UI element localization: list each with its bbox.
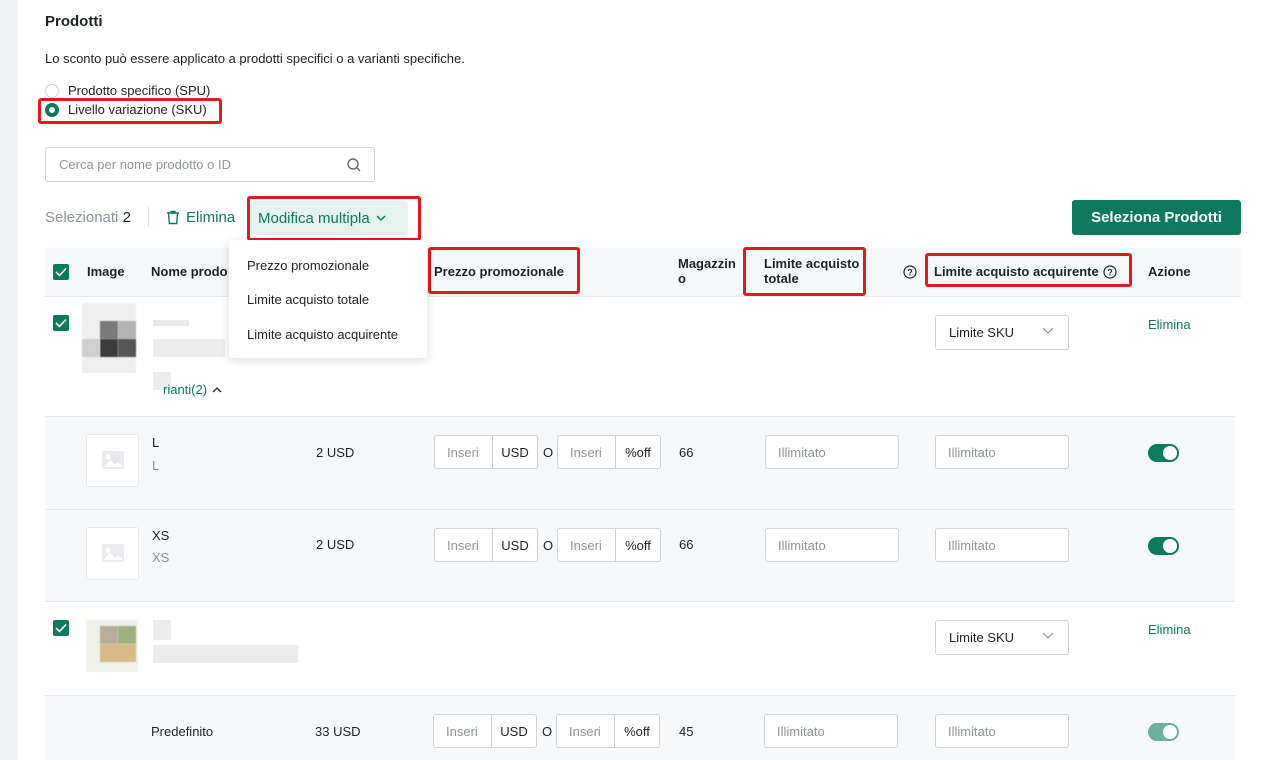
product-id-redacted [153,339,225,357]
limit-type-select[interactable]: Limite SKU [935,620,1069,655]
radio-circle-selected[interactable] [45,102,59,117]
section-description: Lo sconto può essere applicato a prodott… [45,51,465,66]
bulk-edit-menu: Prezzo promozionale Limite acquisto tota… [229,240,427,358]
chevron-down-icon [376,215,386,221]
promo-price-input[interactable]: Inseri USD [433,714,537,748]
trash-icon [167,210,179,225]
header-buyer-limit: Limite acquisto acquirente ? [934,264,1117,279]
delete-product-link[interactable]: Elimina [1148,317,1191,332]
product-image [82,303,136,373]
row-divider [45,601,1235,602]
product-name-redacted [153,620,171,640]
menu-item-promo-price[interactable]: Prezzo promozionale [247,258,369,273]
header-total-limit: Limite acquisto totale [764,256,860,286]
product-image [86,620,138,672]
header-name: Nome prodo [151,264,228,279]
percent-addon: %off [614,715,659,747]
percent-addon: %off [615,529,660,561]
divider [148,207,149,227]
promo-price-input[interactable]: Inseri USD [434,435,538,469]
svg-text:?: ? [907,268,913,278]
currency-addon: USD [492,529,537,561]
image-placeholder-icon [102,544,124,562]
header-image: Image [87,264,125,279]
variant-name: Predefinito [151,724,214,739]
variant-sub: XS [152,550,170,565]
svg-text:?: ? [1107,267,1113,277]
delete-product-link[interactable]: Elimina [1148,622,1191,637]
section-title: Prodotti [45,13,103,30]
discount-percent-input[interactable]: Inseri %off [557,528,661,562]
product-id-redacted [153,645,298,663]
currency-addon: USD [491,715,536,747]
variant-price: 2 USD [316,537,355,552]
chevron-up-icon [212,386,222,392]
radio-spu[interactable]: Prodotto specifico (SPU) [45,83,210,98]
row-checkbox[interactable] [53,315,69,331]
chevron-down-icon [1042,632,1054,639]
total-limit-input[interactable]: Illimitato [765,435,899,469]
variant-name: XS [152,528,170,543]
menu-item-buyer-limit[interactable]: Limite acquisto acquirente [247,327,398,342]
or-label: O [542,724,553,739]
row-checkbox[interactable] [53,620,69,636]
variant-name: L [152,435,160,450]
percent-addon: %off [615,436,660,468]
variant-thumbnail [86,434,139,487]
buyer-limit-input[interactable]: Illimitato [935,528,1069,562]
product-name-redacted [153,320,189,326]
variant-toggle[interactable] [1148,723,1179,741]
discount-percent-input[interactable]: Inseri %off [557,435,661,469]
variants-toggle[interactable]: rianti(2) [163,382,222,397]
search-icon[interactable] [346,157,362,173]
variant-stock: 66 [679,445,694,460]
bulk-edit-button[interactable]: Modifica multipla [251,201,408,235]
variant-sub: L [152,458,160,473]
select-all-checkbox[interactable] [53,264,69,280]
or-label: O [543,538,554,553]
promo-price-input[interactable]: Inseri USD [434,528,538,562]
limit-type-select[interactable]: Limite SKU [935,315,1069,350]
or-label: O [543,445,554,460]
help-icon[interactable]: ? [1103,264,1117,279]
help-icon[interactable]: ? [903,265,917,279]
header-stock: Magazzin o [678,256,736,286]
currency-addon: USD [492,436,537,468]
search-placeholder: Cerca per nome prodotto o ID [59,157,231,172]
radio-label: Livello variazione (SKU) [68,102,207,117]
buyer-limit-input[interactable]: Illimitato [935,435,1069,469]
selected-count: 2 [122,209,131,226]
variant-stock: 66 [679,537,694,552]
variant-thumbnail [86,527,139,580]
discount-percent-input[interactable]: Inseri %off [556,714,660,748]
variant-price: 33 USD [315,724,361,739]
products-card: Prodotti Lo sconto può essere applicato … [18,0,1269,760]
search-input[interactable]: Cerca per nome prodotto o ID [45,147,375,182]
radio-circle[interactable] [45,83,59,98]
header-promo-price: Prezzo promozionale [434,264,565,279]
header-action: Azione [1148,264,1191,279]
variant-toggle[interactable] [1148,537,1179,555]
image-placeholder-icon [102,451,124,469]
variant-price: 2 USD [316,445,355,460]
selected-label: Selezionati 2 [45,209,131,226]
buyer-limit-input[interactable]: Illimitato [935,714,1069,748]
total-limit-input[interactable]: Illimitato [765,528,899,562]
menu-item-total-limit[interactable]: Limite acquisto totale [247,292,369,307]
radio-label: Prodotto specifico (SPU) [68,83,211,98]
bulk-delete-button[interactable]: Elimina [166,209,235,226]
variant-toggle[interactable] [1148,444,1179,462]
chevron-down-icon [1042,327,1054,334]
radio-sku[interactable]: Livello variazione (SKU) [45,102,207,117]
variant-stock: 45 [679,724,694,739]
total-limit-input[interactable]: Illimitato [764,714,898,748]
select-products-button[interactable]: Seleziona Prodotti [1072,200,1241,235]
